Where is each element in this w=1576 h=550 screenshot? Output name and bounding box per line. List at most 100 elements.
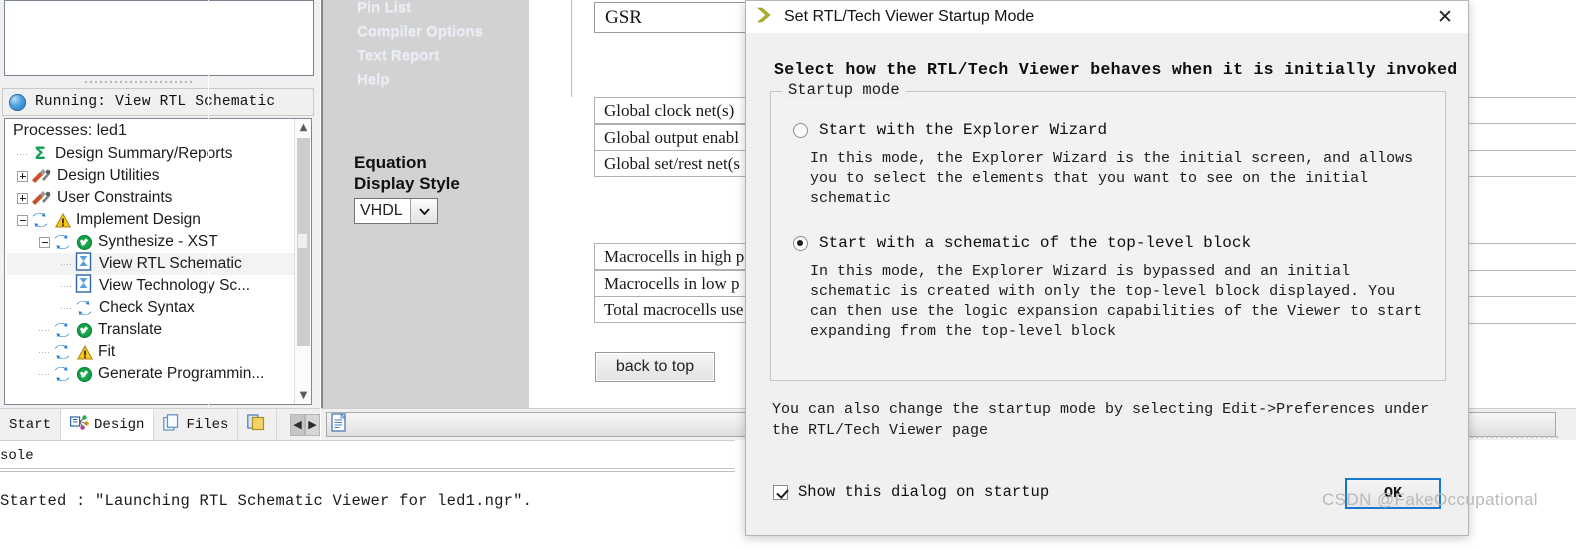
report-nav-column: Pin List Compiler Options Text Report Help … [321,0,529,408]
equation-style-value: VHDL [360,202,403,219]
files-icon [163,413,181,436]
tree-item-translate[interactable]: Translate [7,319,311,341]
tree-item-view-technology-sc[interactable]: View Technology Sc... [7,274,311,298]
collapse-icon[interactable] [39,236,50,248]
radio-button[interactable] [793,123,808,138]
radio-option-label: Start with the Explorer Wizard [819,121,1108,139]
tree-connector [61,307,72,309]
warning-icon [76,344,94,360]
refresh-icon [75,299,93,317]
console-top-rule [0,440,735,441]
tree-connector [39,373,50,375]
tree-connector [17,153,28,155]
running-status-text: Running: View RTL Schematic [35,94,276,110]
equation-label-line1: Equation [354,153,427,172]
copy-icon [247,413,267,436]
tree-connector [61,263,72,265]
tab-files[interactable]: Files [154,409,239,440]
schematic-icon [75,252,93,276]
tree-connector [39,329,50,331]
expand-icon[interactable] [17,170,28,182]
splitter-grip [85,81,195,83]
tree-item-fit[interactable]: Fit [7,341,311,363]
collapse-icon[interactable] [17,214,28,226]
tree-item-label: Implement Design [76,211,201,228]
radio-option-label: Start with a schematic of the top-level … [819,234,1252,252]
radio-option-explorer-wizard[interactable]: Start with the Explorer Wizard [793,121,1107,139]
tree-connector [39,351,50,353]
nav-link-compiler-options[interactable]: Compiler Options [321,20,529,44]
scroll-up-icon[interactable]: ▲ [295,119,311,136]
tree-item-label: User Constraints [57,189,173,206]
nav-links: Pin List Compiler Options Text Report Help [321,0,529,92]
watermark: CSDN @FakeOccupational [1322,490,1538,509]
warning-icon [54,212,72,228]
panel-splitter[interactable] [0,79,320,85]
radio-option-top-level-block[interactable]: Start with a schematic of the top-level … [793,234,1251,252]
tab-scroll-right-icon[interactable]: ▶ [305,413,320,436]
dialog-title-bar[interactable]: Set RTL/Tech Viewer Startup Mode ✕ [746,1,1468,33]
tree-item-label: Generate Programmin... [98,365,265,382]
tree-item-label: Design Utilities [57,167,160,184]
nav-link-pin-list[interactable]: Pin List [321,0,529,20]
radio-button[interactable] [793,236,808,251]
tree-item-label: Fit [98,343,116,360]
console-divider [0,471,735,472]
tab-start[interactable]: Start [0,409,62,440]
console-tab-label[interactable]: sole [0,444,735,469]
back-to-top-button[interactable]: back to top [595,352,715,382]
check-circle-icon [77,322,92,338]
nav-link-help[interactable]: Help [321,68,529,92]
tree-item-label: Design Summary/Reports [55,145,233,162]
scrollbar-track[interactable] [295,136,311,387]
tree-item-view-rtl-schematic[interactable]: View RTL Schematic [7,252,311,276]
tab-design[interactable]: Design [61,409,155,440]
tree-item-design-utilities[interactable]: Design Utilities [7,165,311,187]
design-icon [70,414,89,436]
tab-scroll-arrows: ◀ ▶ [290,409,320,440]
console-log-line: Started : "Launching RTL Schematic Viewe… [0,492,533,510]
close-icon[interactable]: ✕ [1422,1,1468,33]
document-icon [331,412,348,437]
process-tree: Σ Design Summary/Reports Design Utilities U… [5,143,311,385]
refresh-icon [53,365,71,383]
refresh-icon [53,343,71,361]
running-sphere-icon [9,93,26,111]
equation-style-select[interactable]: VHDL [354,198,438,224]
tree-connector [61,285,72,287]
startup-mode-dialog: Set RTL/Tech Viewer Startup Mode ✕ Selec… [745,0,1469,536]
show-dialog-on-startup-row[interactable]: Show this dialog on startup [773,483,1049,501]
sigma-icon: Σ [34,144,46,164]
tab-label: Files [186,416,229,433]
processes-tree-panel: Processes: led1 Σ Design Summary/Reports D… [4,118,312,405]
tab-scroll-left-icon[interactable]: ◀ [290,413,305,436]
scrollbar-grip [298,234,307,248]
tab-extra-copy[interactable] [238,409,278,440]
tree-scrollbar[interactable]: ▲ ▼ [294,119,311,404]
check-circle-icon [77,234,92,250]
schematic-icon [75,274,93,298]
upper-white-panel [4,0,314,76]
chevron-down-icon[interactable] [410,199,437,223]
refresh-icon [53,321,71,339]
show-dialog-checkbox[interactable] [773,484,788,500]
tree-item-synthesize-xst[interactable]: Synthesize - XST [7,231,311,253]
left-panel: Running: View RTL Schematic Processes: l… [0,0,320,448]
dialog-note-text: You can also change the startup mode by … [772,401,1430,439]
tree-item-label: View Technology Sc... [99,277,251,294]
tools-icon [31,190,51,207]
tree-item-design-summary-reports[interactable]: Σ Design Summary/Reports [7,143,311,165]
radio-option-top-level-block-description: In this mode, the Explorer Wizard is byp… [810,263,1423,340]
equation-display-style-label: Equation Display Style [354,152,460,194]
tree-item-implement-design[interactable]: Implement Design [7,209,311,231]
refresh-icon [31,211,49,229]
tree-item-generate-programmin[interactable]: Generate Programmin... [7,363,311,385]
tree-item-user-constraints[interactable]: User Constraints [7,187,311,209]
scroll-down-icon[interactable]: ▼ [295,387,311,404]
nav-link-text-report[interactable]: Text Report [321,44,529,68]
running-status-bar: Running: View RTL Schematic [2,88,314,116]
tree-item-label: Check Syntax [99,299,195,316]
tab-label: Start [9,416,52,433]
expand-icon[interactable] [17,192,28,204]
tree-item-check-syntax[interactable]: Check Syntax [7,297,311,319]
